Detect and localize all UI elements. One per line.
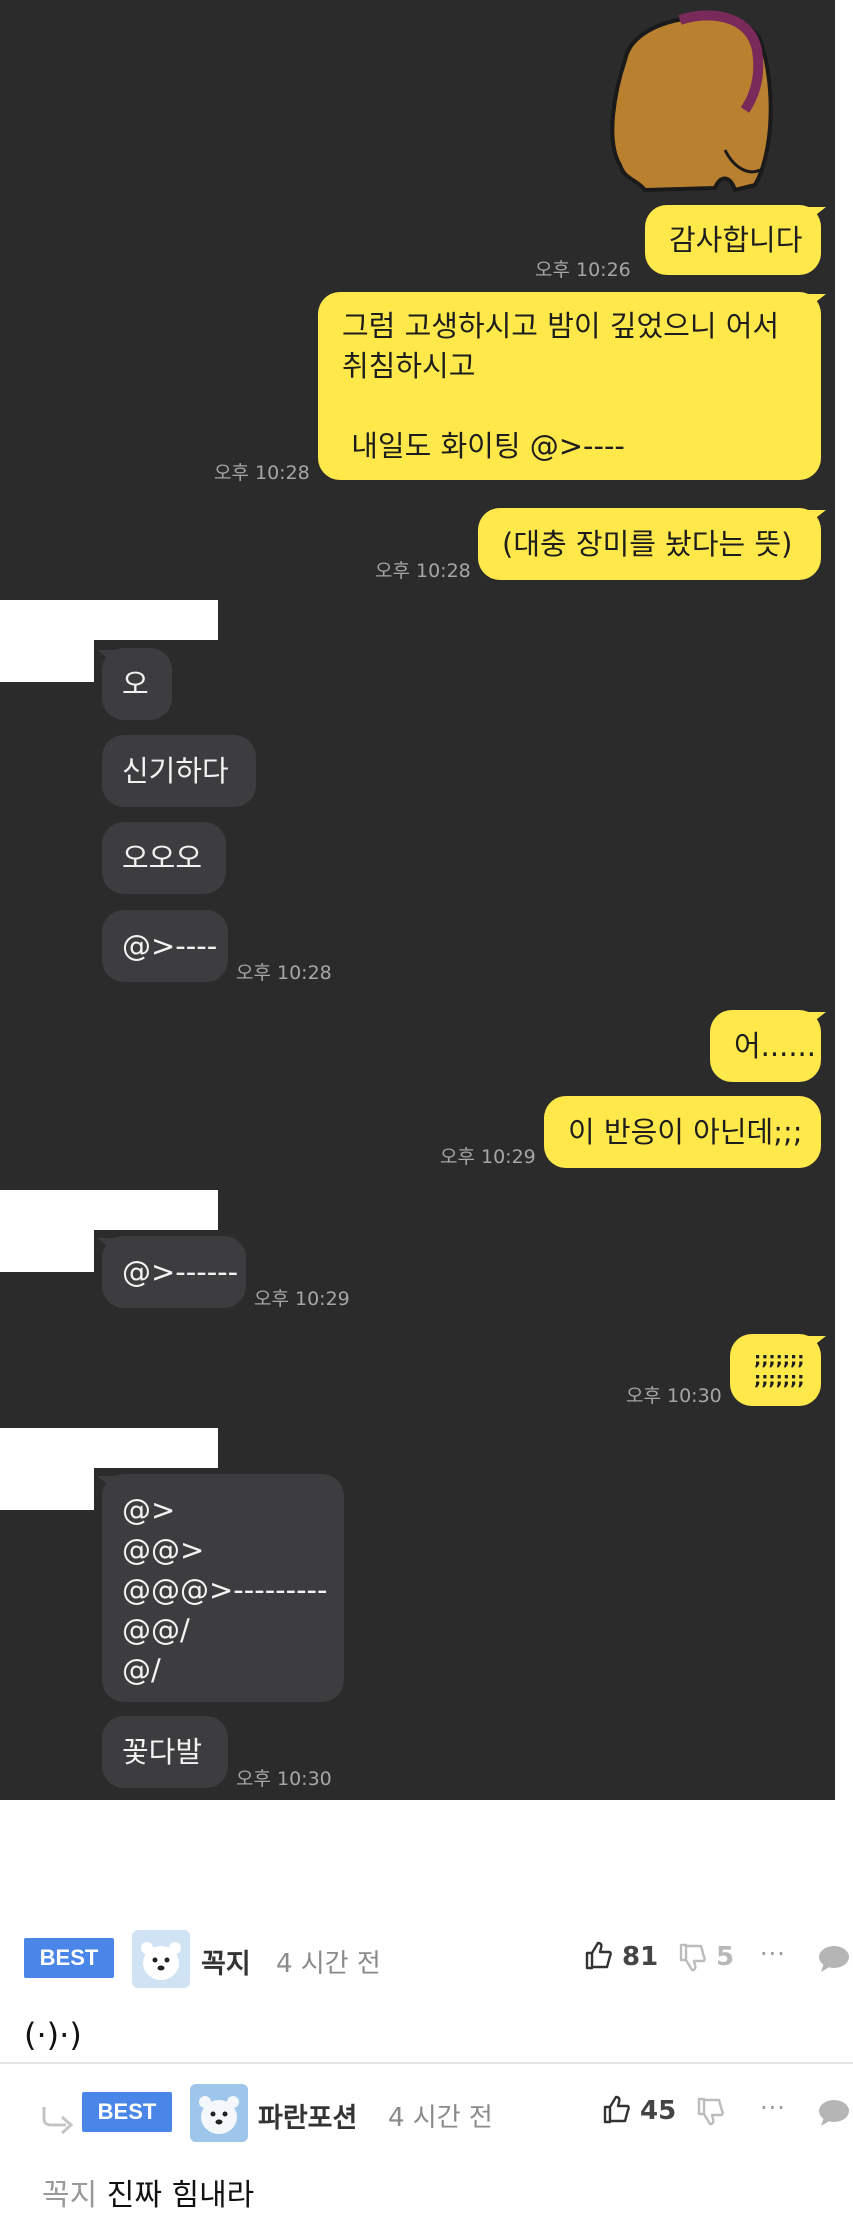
comment-text: (·)·)	[24, 2016, 82, 2054]
message-time: 오후 10:29	[440, 1146, 536, 1168]
comment-divider	[0, 2062, 853, 2064]
more-options-icon[interactable]: ···	[760, 2094, 786, 2122]
polar-bear-avatar-icon[interactable]	[190, 2084, 248, 2142]
their-message-bubble: 신기하다	[102, 735, 256, 807]
my-message-bubble: 이 반응이 아닌데;;;	[544, 1096, 821, 1168]
bear-sticker-icon	[610, 10, 773, 193]
my-message-bubble: 감사합니다	[645, 205, 826, 275]
message-time: 오후 10:28	[214, 462, 310, 484]
message-time: 오후 10:30	[626, 1385, 722, 1407]
their-message-bubble: 꽃다발	[102, 1716, 228, 1788]
reply-arrow-icon	[40, 2105, 76, 2135]
redacted-profile-block	[0, 600, 94, 682]
redacted-profile-block	[0, 1428, 94, 1510]
my-message-bubble: 어......	[710, 1010, 826, 1082]
thumbs-up-icon[interactable]	[602, 2094, 630, 2124]
their-message-bubble: @>----	[102, 910, 228, 982]
comment-body: 진짜 힘내라	[106, 2178, 255, 2213]
their-message-bubble: 오오오	[102, 822, 226, 894]
message-time: 오후 10:26	[535, 259, 631, 281]
chat-screenshot: 감사합니다 오후 10:26 그럼 고생하시고 밤이 깊었으니 어서 취침하시고…	[0, 0, 835, 1800]
comments-section: BEST 꼭지 4 시간 전 81 5 ··· (·)·) BEST 파란포션 …	[0, 1800, 853, 2230]
message-time: 오후 10:30	[236, 1768, 332, 1790]
my-message-bubble: 그럼 고생하시고 밤이 깊었으니 어서 취침하시고 내일도 화이팅 @>----	[318, 292, 826, 480]
upvote-count: 81	[622, 1942, 659, 1972]
my-message-bubble: (대충 장미를 놨다는 뜻)	[478, 508, 826, 580]
message-time: 오후 10:29	[254, 1288, 350, 1310]
reply-bubble-icon[interactable]	[818, 1945, 850, 1973]
best-badge: BEST	[82, 2092, 172, 2132]
their-message-bubble: @> @@> @@@>--------- @@/ @/	[97, 1474, 344, 1702]
polar-bear-avatar-icon[interactable]	[132, 1930, 190, 1988]
thumbs-down-icon[interactable]	[696, 2097, 724, 2127]
message-time: 오후 10:28	[375, 560, 471, 582]
comment-author[interactable]: 파란포션	[258, 2096, 357, 2135]
thumbs-up-icon[interactable]	[584, 1940, 612, 1970]
my-message-bubble: ;;;;;;; ;;;;;;;	[730, 1334, 826, 1406]
their-message-bubble: @>------	[97, 1236, 246, 1308]
best-badge: BEST	[24, 1938, 114, 1978]
message-time: 오후 10:28	[236, 962, 332, 984]
comment-text: 꼭지 진짜 힘내라	[42, 2170, 254, 2214]
comment-time: 4 시간 전	[276, 1949, 381, 1979]
comment-author[interactable]: 꼭지	[201, 1942, 251, 1981]
more-options-icon[interactable]: ···	[760, 1940, 786, 1968]
comment-time: 4 시간 전	[388, 2103, 493, 2133]
reply-bubble-icon[interactable]	[818, 2099, 850, 2127]
redacted-profile-block	[0, 1190, 94, 1272]
downvote-count: 5	[716, 1942, 735, 1972]
reply-to-mention[interactable]: 꼭지	[42, 2178, 97, 2213]
thumbs-down-icon[interactable]	[678, 1943, 706, 1973]
upvote-count: 45	[640, 2096, 677, 2126]
their-message-bubble: 오	[97, 648, 172, 720]
